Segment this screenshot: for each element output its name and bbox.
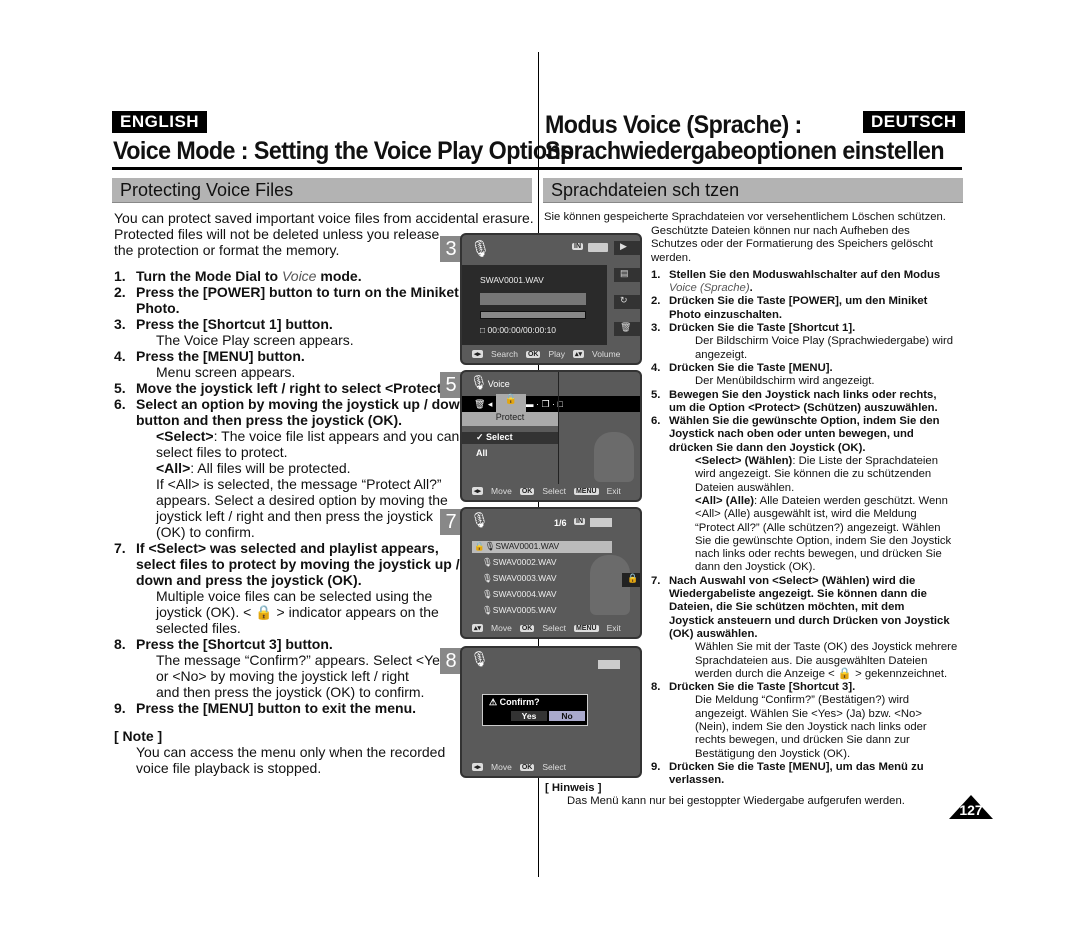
- german-body-col: Geschützte Dateien können nur nach Aufhe…: [651, 225, 966, 787]
- step-7: 7. Nach Auswahl von <Select> (Wählen) wir…: [651, 574, 950, 640]
- yes-button[interactable]: Yes: [511, 711, 547, 721]
- play-tab-icon[interactable]: ▶: [614, 241, 640, 255]
- file-item[interactable]: 🔒🎙SWAV0001.WAV: [472, 541, 612, 553]
- section-heading-german: Sprachdateien sch tzen: [543, 178, 963, 203]
- file-list-screen: 🎙 1/6 IN 🔒 🔒🎙SWAV0001.WAV 🎙SWAV0002.WAV …: [460, 507, 642, 639]
- language-badge-german: DEUTSCH: [863, 111, 965, 133]
- option-all[interactable]: All: [476, 448, 488, 458]
- screen-footer: ◂▸ Search OK Play ▴▾ Volume: [472, 349, 621, 359]
- step-6-detail: <Select> (Wählen): Die Liste der Sprachd…: [695, 455, 952, 574]
- intro-text: You can protect saved important voice fi…: [114, 210, 534, 226]
- microphone-icon: 🎙: [470, 512, 490, 529]
- step-8: 8. Drücken Sie die Taste [Shortcut 3].: [651, 681, 856, 694]
- document-tab-icon[interactable]: ▤: [614, 268, 640, 282]
- battery-icon: [588, 243, 608, 252]
- step-number-5: 5: [440, 372, 462, 398]
- step-4: 4. Drücken Sie die Taste [MENU].: [651, 361, 833, 374]
- german-body: Sie können gespeicherte Sprachdateien vo…: [544, 211, 964, 224]
- screen-footer: ▴▾ Move OK Select MENU Exit: [472, 623, 621, 633]
- confirm-dialog: ⚠ Confirm? Yes No: [482, 694, 588, 726]
- time-readout: □ 00:00:00/00:00:10: [480, 325, 557, 335]
- page-title-german-line2: Sprachwiedergabeoptionen einstellen: [545, 137, 945, 165]
- option-select[interactable]: ✓ Select: [462, 432, 558, 444]
- menu-title: Protect: [462, 412, 558, 426]
- note-heading: [ Hinweis ]: [545, 782, 602, 794]
- no-button[interactable]: No: [549, 711, 585, 721]
- page-title-german-line1: Modus Voice (Sprache) :: [545, 111, 802, 139]
- section-heading-english: Protecting Voice Files: [112, 178, 532, 203]
- memory-icon: IN: [572, 243, 583, 250]
- hand-watermark-icon: [594, 432, 634, 482]
- intro-text: Sie können gespeicherte Sprachdateien vo…: [544, 211, 946, 223]
- step-1: 1. Stellen Sie den Moduswahlschalter auf …: [651, 268, 941, 295]
- step-7-detail: Wählen Sie mit der Taste (OK) des Joysti…: [695, 641, 958, 680]
- confirm-screen: 🎙 ⚠ Confirm? Yes No ◂▸ Move OK Select: [460, 646, 642, 778]
- screen-footer: ◂▸ Move OK Select: [472, 762, 566, 772]
- screen-footer: ◂▸ Move OK Select MENU Exit: [472, 486, 621, 496]
- file-item[interactable]: 🎙SWAV0004.WAV: [482, 589, 557, 600]
- step-number-3: 3: [440, 236, 462, 262]
- repeat-tab-icon[interactable]: ↻: [614, 295, 640, 309]
- language-badge-english: ENGLISH: [112, 111, 208, 133]
- file-item[interactable]: 🎙SWAV0005.WAV: [482, 605, 557, 616]
- file-name: SWAV0001.WAV: [480, 275, 544, 285]
- menu-screen: 🎙Voice 🗑 ◂ ▸ ▬ · ❐ · □ 🔒 Protect ✓ Selec…: [460, 370, 642, 502]
- battery-icon: [590, 518, 612, 527]
- step-3-detail: Der Bildschirm Voice Play (Sprachwiederg…: [695, 335, 954, 361]
- page-title-english: Voice Mode : Setting the Voice Play Opti…: [113, 137, 573, 165]
- lock-icon: 🔒: [255, 604, 273, 620]
- step-number-8: 8: [440, 648, 462, 674]
- step-5: 5. Bewegen Sie den Joystick nach links od…: [651, 388, 938, 414]
- step-2: 2. Drücken Sie die Taste [POWER], um den …: [651, 295, 928, 321]
- microphone-icon: 🎙: [470, 241, 491, 258]
- waveform-bar: [480, 293, 586, 305]
- step-6: 6. Wählen Sie die gewünschte Option, inde…: [651, 415, 940, 454]
- player-display: SWAV0001.WAV □ 00:00:00/00:00:10: [462, 265, 607, 345]
- progress-bar: [480, 311, 586, 319]
- step-4-detail: Der Menübildschirm wird angezeigt.: [695, 375, 875, 388]
- german-note: [ Hinweis ] Das Menü kann nur bei gestop…: [545, 782, 965, 809]
- delete-tab-icon[interactable]: 🗑: [614, 322, 640, 336]
- page-number: 127: [959, 802, 983, 818]
- step-3: 3. Drücken Sie die Taste [Shortcut 1].: [651, 322, 856, 335]
- battery-icon: [598, 660, 620, 669]
- file-item[interactable]: 🎙SWAV0002.WAV: [482, 557, 557, 568]
- step-8-detail: Die Meldung “Confirm?” (Bestätigen?) wir…: [695, 694, 927, 760]
- voice-play-screen: 🎙 IN ▶ ▤ ↻ 🗑 SWAV0001.WAV □ 00:00:00/00:…: [460, 233, 642, 365]
- note-text: Das Menü kann nur bei gestoppter Wiederg…: [567, 795, 905, 808]
- title-rule: [112, 167, 962, 170]
- memory-icon: IN: [574, 518, 585, 525]
- menu-tab-bar: 🗑 ◂ ▸ ▬ · ❐ · □: [462, 396, 640, 412]
- panel-divider: [558, 372, 559, 484]
- step-number-7: 7: [440, 509, 462, 535]
- file-counter: 1/6: [554, 518, 567, 528]
- lock-icon: 🔒: [837, 667, 852, 680]
- microphone-icon: 🎙: [470, 651, 490, 668]
- lock-button-icon[interactable]: 🔒: [622, 573, 640, 587]
- warning-icon: ⚠ Confirm?: [489, 697, 540, 707]
- file-item[interactable]: 🎙SWAV0003.WAV: [482, 573, 557, 584]
- microphone-icon: 🎙Voice: [470, 374, 510, 390]
- protect-tab-icon[interactable]: 🔒: [496, 394, 526, 412]
